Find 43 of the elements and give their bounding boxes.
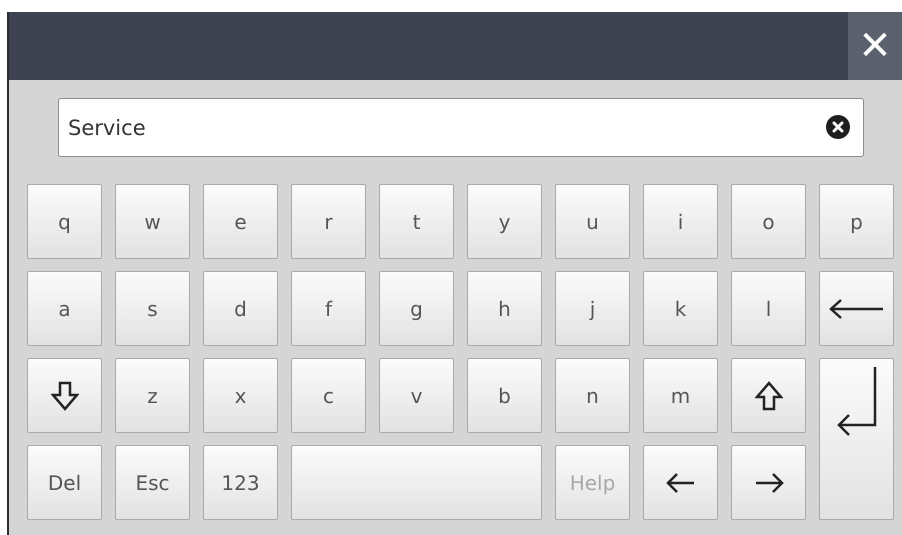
key[interactable]: k bbox=[643, 271, 718, 346]
key[interactable]: y bbox=[467, 184, 542, 259]
left-arrow-icon bbox=[666, 472, 696, 494]
key[interactable]: Esc bbox=[115, 445, 190, 520]
right-key[interactable] bbox=[731, 445, 806, 520]
key[interactable]: s bbox=[115, 271, 190, 346]
shift-down-icon bbox=[50, 380, 78, 410]
key[interactable]: i bbox=[643, 184, 718, 259]
enter-key[interactable] bbox=[819, 358, 894, 520]
key[interactable]: u bbox=[555, 184, 630, 259]
shift-up-key[interactable] bbox=[731, 358, 806, 433]
close-button[interactable]: ✕ bbox=[848, 12, 902, 80]
right-arrow-icon bbox=[754, 472, 784, 494]
key[interactable]: l bbox=[731, 271, 806, 346]
key[interactable]: d bbox=[203, 271, 278, 346]
input-field[interactable]: Service bbox=[58, 98, 864, 157]
key[interactable]: p bbox=[819, 184, 894, 259]
key[interactable]: m bbox=[643, 358, 718, 433]
key[interactable]: b bbox=[467, 358, 542, 433]
key[interactable]: e bbox=[203, 184, 278, 259]
key[interactable]: g bbox=[379, 271, 454, 346]
shift-up-icon bbox=[754, 380, 782, 410]
key[interactable]: o bbox=[731, 184, 806, 259]
key[interactable]: z bbox=[115, 358, 190, 433]
key[interactable]: c bbox=[291, 358, 366, 433]
key[interactable]: n bbox=[555, 358, 630, 433]
key[interactable]: w bbox=[115, 184, 190, 259]
key[interactable]: Del bbox=[27, 445, 102, 520]
key[interactable]: x bbox=[203, 358, 278, 433]
key[interactable]: t bbox=[379, 184, 454, 259]
clear-icon[interactable] bbox=[826, 115, 850, 139]
key[interactable]: q bbox=[27, 184, 102, 259]
backspace-icon bbox=[828, 296, 884, 320]
key[interactable]: f bbox=[291, 271, 366, 346]
key[interactable]: 123 bbox=[203, 445, 278, 520]
key[interactable]: j bbox=[555, 271, 630, 346]
key[interactable]: h bbox=[467, 271, 542, 346]
left-key[interactable] bbox=[643, 445, 718, 520]
key[interactable]: v bbox=[379, 358, 454, 433]
shift-down-key[interactable] bbox=[27, 358, 102, 433]
key[interactable]: r bbox=[291, 184, 366, 259]
key[interactable]: a bbox=[27, 271, 102, 346]
backspace-key[interactable] bbox=[819, 271, 894, 346]
